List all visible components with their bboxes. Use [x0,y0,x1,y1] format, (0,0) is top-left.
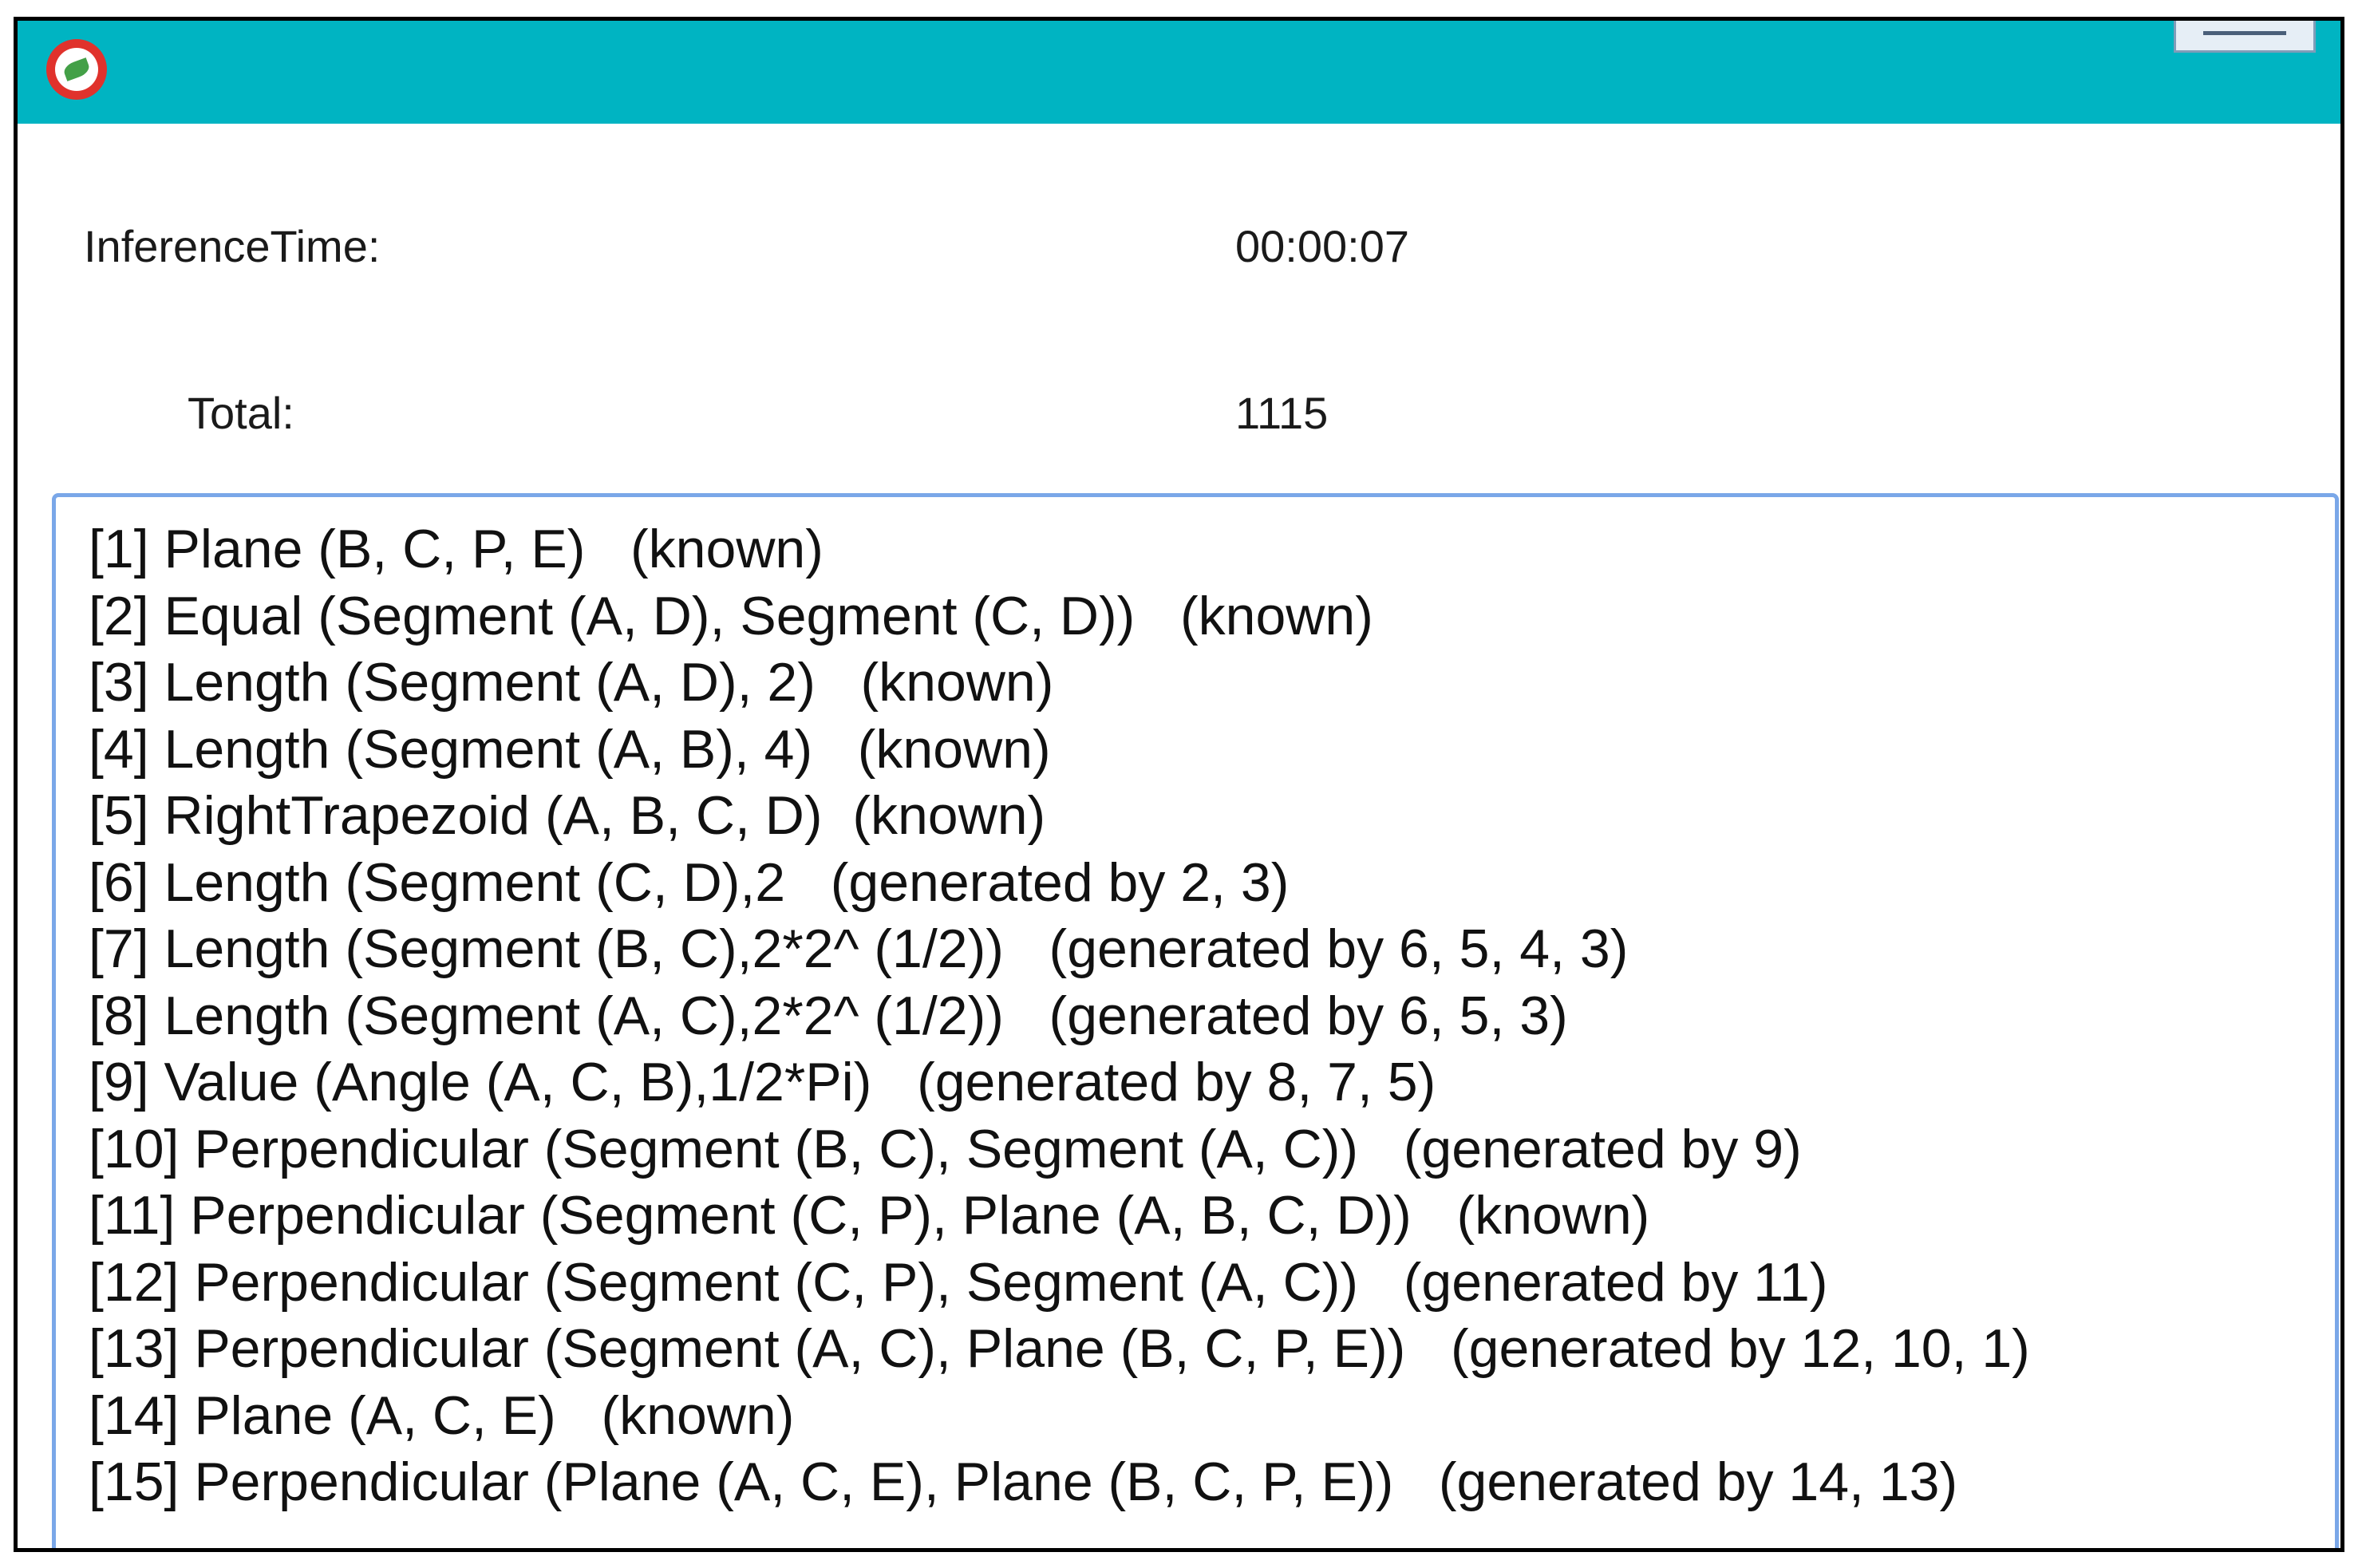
result-line: [11] Perpendicular (Segment (C, P), Plan… [89,1185,1650,1246]
result-line: [5] RightTrapezoid (A, B, C, D) (known) [89,785,1046,846]
result-line: [10] Perpendicular (Segment (B, C), Segm… [89,1118,1802,1179]
result-line: [6] Length (Segment (C, D),2 (generated … [89,851,1290,913]
result-line: [7] Length (Segment (B, C),2*2^ (1/2)) (… [89,918,1629,979]
inference-window: InferenceTime: 00:00:07 Total: 1115 [1] … [14,17,2344,1552]
result-line: [4] Length (Segment (A, B), 4) (known) [89,718,1051,780]
result-line: [12] Perpendicular (Segment (C, P), Segm… [89,1251,1828,1313]
inference-time-label: InferenceTime: [84,221,381,271]
results-list: [1] Plane (B, C, P, E) (known) [2] Equal… [89,516,2030,1516]
app-logo-icon [46,39,107,100]
result-line: [8] Length (Segment (A, C),2*2^ (1/2)) (… [89,985,1568,1046]
minimize-icon [2203,31,2286,35]
total-value: 1115 [1235,388,1329,438]
result-line: [2] Equal (Segment (A, D), Segment (C, D… [89,585,1373,646]
inference-time-value: 00:00:07 [1235,221,1409,271]
result-line: [14] Plane (A, C, E) (known) [89,1384,795,1446]
result-line: [1] Plane (B, C, P, E) (known) [89,519,824,579]
result-line: [13] Perpendicular (Segment (A, C), Plan… [89,1318,2030,1379]
title-bar[interactable] [18,21,2340,124]
result-line: [3] Length (Segment (A, D), 2) (known) [89,652,1054,713]
total-label: Total: [188,388,294,438]
minimize-button[interactable] [2174,21,2316,53]
results-textbox[interactable]: [1] Plane (B, C, P, E) (known) [2] Equal… [52,493,2339,1548]
result-line: [9] Value (Angle (A, C, B),1/2*Pi) (gene… [89,1052,1436,1112]
result-line: [15] Perpendicular (Plane (A, C, E), Pla… [89,1451,1958,1512]
